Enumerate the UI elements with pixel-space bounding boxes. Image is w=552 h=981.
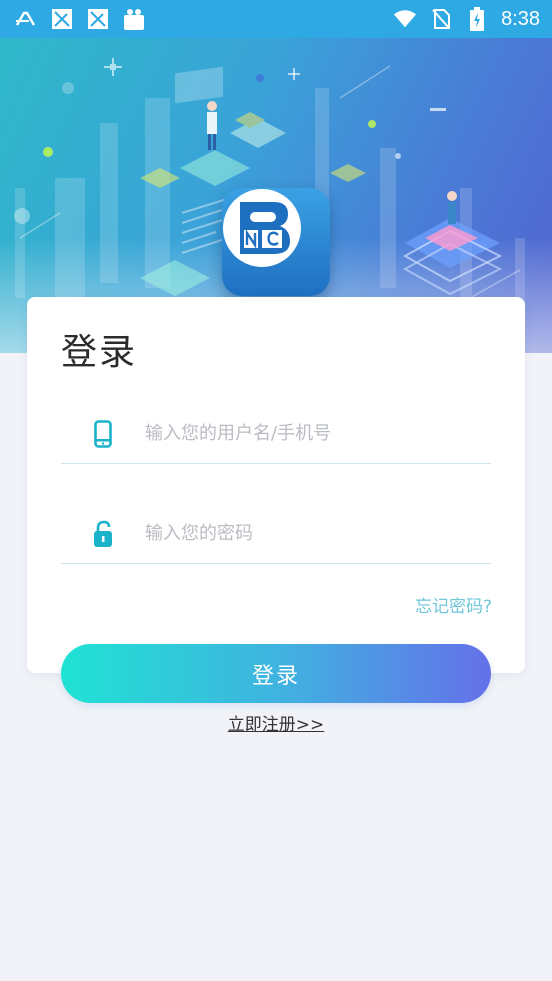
status-time: 8:38	[501, 7, 540, 30]
forgot-password-link[interactable]: 忘记密码?	[415, 592, 492, 617]
register-link[interactable]: 立即注册>>	[0, 710, 552, 735]
status-bar-left	[14, 8, 146, 30]
status-bar-right: 8:38	[393, 7, 540, 31]
login-button[interactable]: 登录	[61, 644, 491, 703]
username-input[interactable]	[145, 413, 465, 454]
login-card: 登录 忘记密码?	[27, 297, 525, 673]
notification-image-icon	[50, 8, 74, 30]
shopping-bag-icon	[122, 8, 146, 30]
wifi-icon	[393, 8, 417, 30]
logo-mark-icon	[223, 189, 301, 267]
battery-charging-icon	[465, 7, 489, 31]
password-field[interactable]	[61, 504, 491, 564]
notification-image-icon	[86, 8, 110, 30]
no-sim-icon	[429, 8, 453, 30]
lock-icon	[61, 520, 145, 548]
page-title: 登录	[61, 332, 138, 373]
username-field[interactable]	[61, 404, 491, 464]
phone-icon	[61, 419, 145, 448]
status-bar: 8:38	[0, 0, 552, 38]
app-logo	[222, 188, 330, 296]
app-font-icon	[14, 8, 38, 30]
password-input[interactable]	[145, 513, 465, 554]
